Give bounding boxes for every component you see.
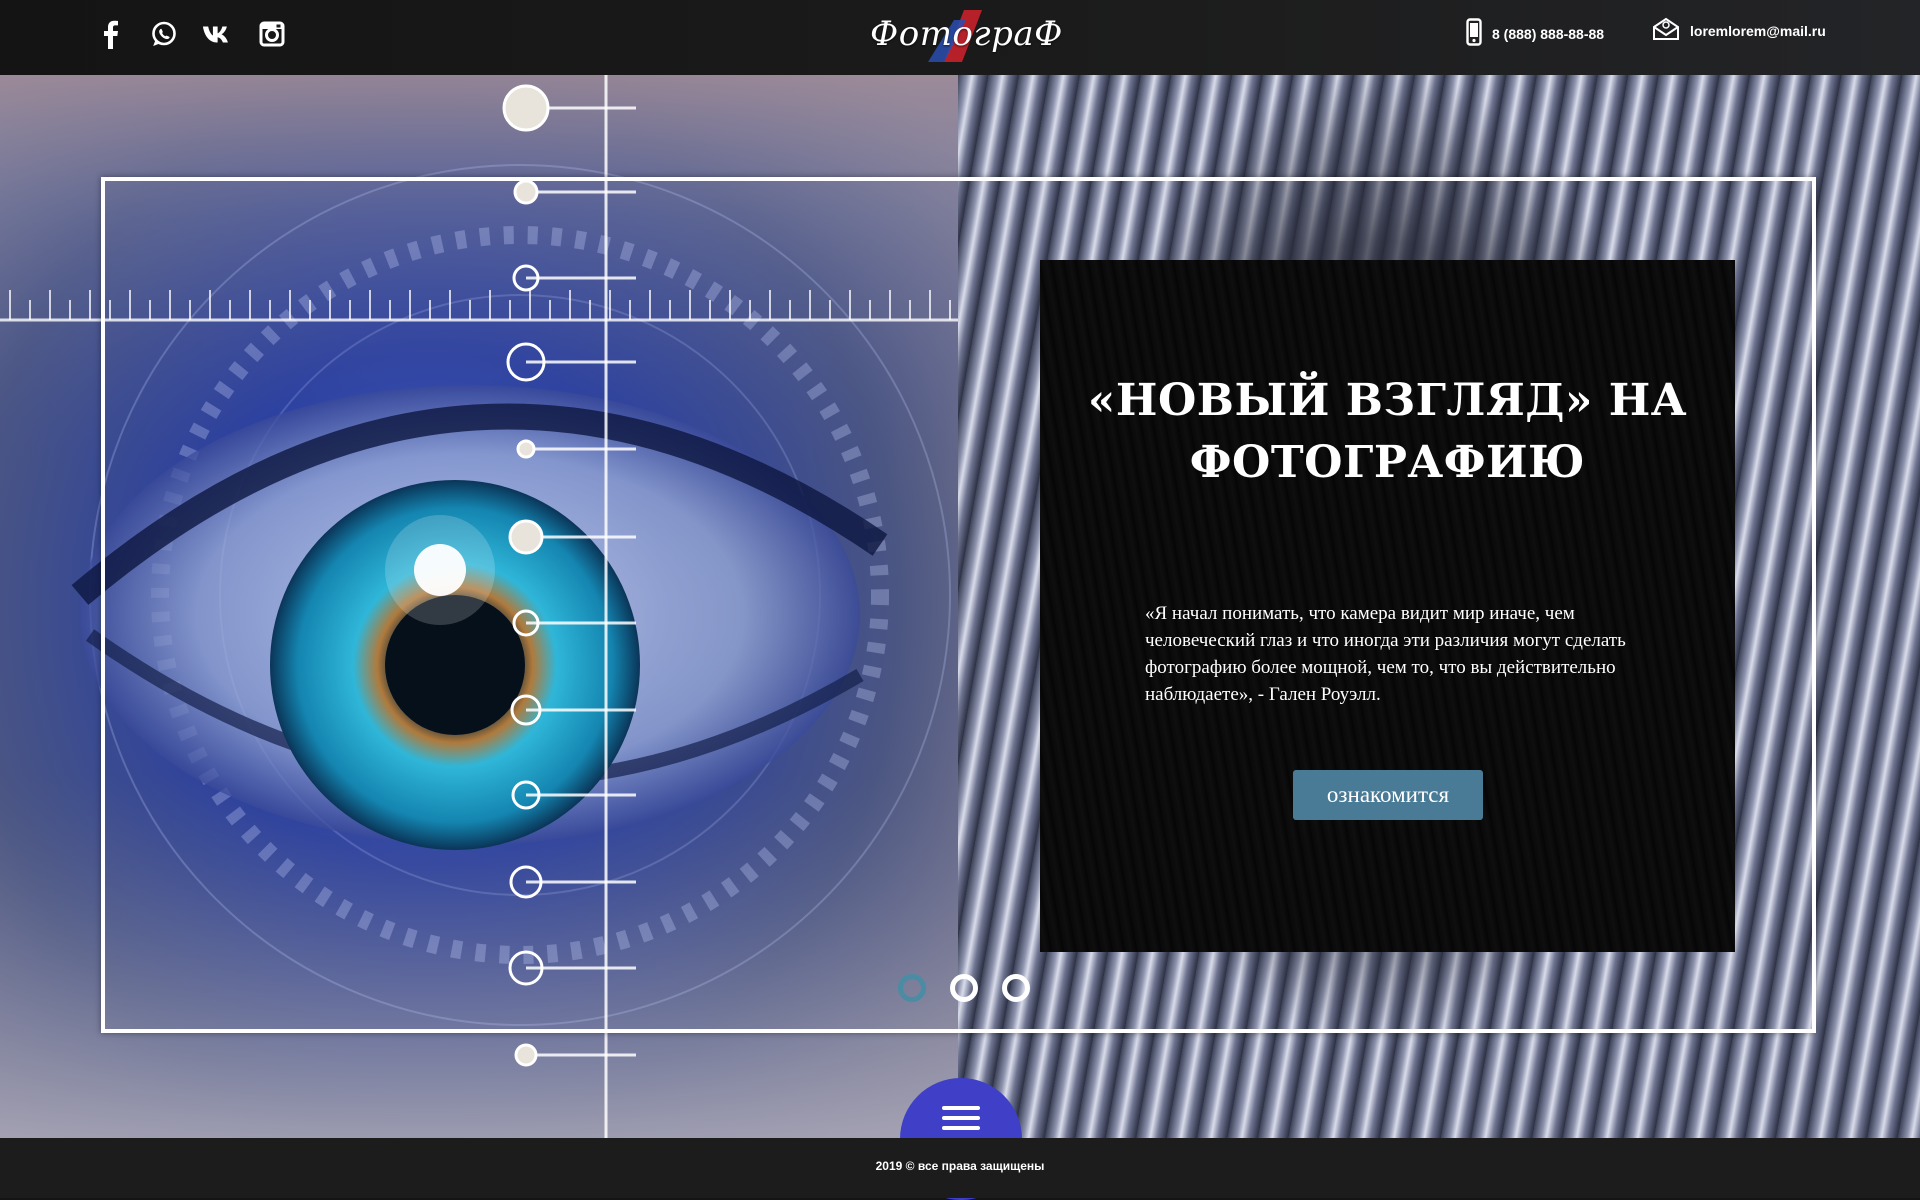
- envelope-icon: [1652, 17, 1680, 44]
- hamburger-icon: [942, 1106, 980, 1136]
- slider-dot-3[interactable]: [1002, 974, 1030, 1002]
- site-header: ФотограФ 8 (888) 888-88-88 loremlorem@ma…: [0, 0, 1920, 75]
- site-logo[interactable]: ФотограФ: [870, 4, 1063, 70]
- hero-slider: «НОВЫЙ ВЗГЛЯД» НА ФОТОГРАФИЮ «Я начал по…: [0, 75, 1920, 1138]
- slider-dots: [898, 974, 1030, 1002]
- whatsapp-icon[interactable]: [148, 18, 180, 50]
- slider-dot-1[interactable]: [898, 974, 926, 1002]
- social-links: [94, 18, 288, 50]
- facebook-icon[interactable]: [94, 18, 126, 50]
- phone-contact[interactable]: 8 (888) 888-88-88: [1466, 18, 1604, 49]
- site-footer: 2019 © все права защищены: [0, 1138, 1920, 1198]
- copyright-icon: ©: [905, 1159, 915, 1173]
- slide-card: «НОВЫЙ ВЗГЛЯД» НА ФОТОГРАФИЮ «Я начал по…: [1040, 260, 1735, 952]
- email-contact[interactable]: loremlorem@mail.ru: [1652, 17, 1826, 44]
- email-address: loremlorem@mail.ru: [1690, 22, 1826, 39]
- phone-number: 8 (888) 888-88-88: [1492, 25, 1605, 42]
- copyright-year: 2019: [875, 1159, 903, 1173]
- learn-more-button[interactable]: ознакомится: [1293, 770, 1483, 820]
- slider-dot-2[interactable]: [950, 974, 978, 1002]
- slide-title: «НОВЫЙ ВЗГЛЯД» НА ФОТОГРАФИЮ: [1087, 375, 1688, 488]
- logo-text: ФотограФ: [870, 14, 1063, 54]
- slide-quote: «Я начал понимать, что камера видит мир …: [1145, 603, 1626, 705]
- copyright-text: 2019 © все права защищены: [0, 1159, 1920, 1173]
- vk-icon[interactable]: [202, 18, 234, 50]
- instagram-icon[interactable]: [256, 18, 288, 50]
- phone-icon: [1466, 18, 1482, 49]
- copyright-label: все права защищены: [917, 1159, 1045, 1173]
